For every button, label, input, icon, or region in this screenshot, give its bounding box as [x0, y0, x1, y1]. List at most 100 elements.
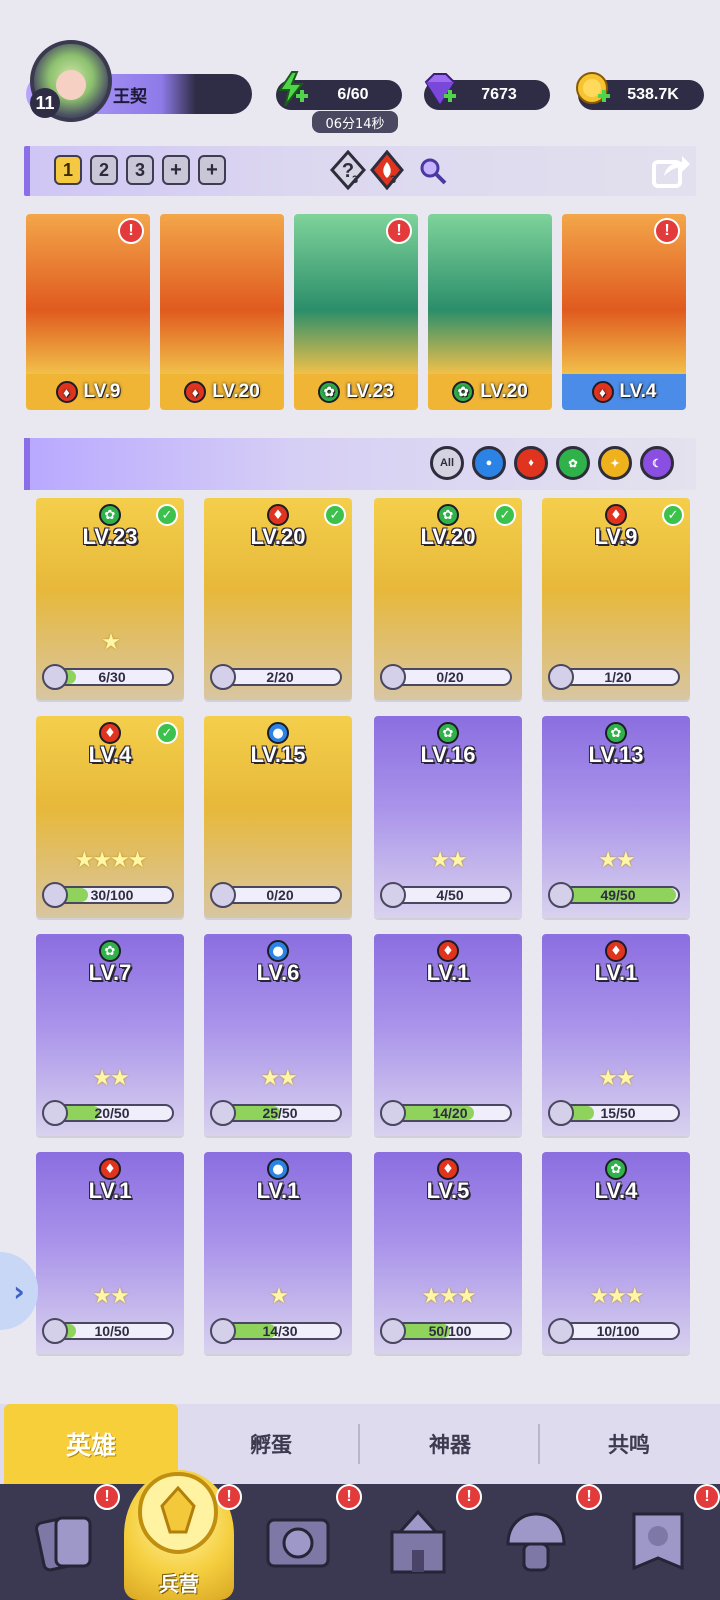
- nav-barracks[interactable]: [130, 1466, 226, 1562]
- shard-icon: [380, 664, 406, 690]
- nav-alert-icon: !: [576, 1484, 602, 1510]
- tab-divider: [538, 1424, 540, 1464]
- coin-icon: [576, 72, 610, 104]
- team-hero-card[interactable]: ♦ LV.4 !: [562, 214, 686, 410]
- hero-card[interactable]: ♦ ✓ LV.4 ★★★★ 30/100: [36, 716, 184, 918]
- team-slot-1[interactable]: 1: [54, 155, 82, 185]
- magnifier-icon[interactable]: [418, 156, 448, 186]
- shard-progress-bar: 0/20: [388, 668, 512, 686]
- hero-card[interactable]: ♦ LV.1 ★★ 10/50: [36, 1152, 184, 1354]
- hint-count: 3: [352, 174, 359, 186]
- nav-cards[interactable]: [18, 1494, 114, 1590]
- hero-stars: ★★★★: [74, 848, 148, 873]
- shard-progress-text: 0/20: [266, 887, 294, 903]
- shard-icon: [548, 664, 574, 690]
- hero-portrait: [160, 214, 284, 374]
- nature-element-icon: ✿: [437, 504, 459, 526]
- hero-card[interactable]: ● LV.6 ★★ 25/50: [204, 934, 352, 1136]
- shard-icon: [42, 1318, 68, 1344]
- hero-stars: ★★: [598, 848, 635, 873]
- shard-progress-text: 4/50: [436, 887, 464, 903]
- hero-card[interactable]: ● LV.15 0/20: [204, 716, 352, 918]
- nature-element-icon: ✿: [452, 381, 475, 403]
- hero-level: LV.5: [426, 1178, 470, 1203]
- hero-card[interactable]: ♦ LV.5 ★★★ 50/100: [374, 1152, 522, 1354]
- team-hero-card[interactable]: ♦ LV.9 !: [26, 214, 150, 410]
- team-hero-card[interactable]: ✿ LV.23 !: [294, 214, 418, 410]
- nav-guild[interactable]: [488, 1494, 584, 1590]
- gold-value: 538.7K: [627, 86, 679, 103]
- shard-progress-text: 10/100: [596, 1323, 640, 1339]
- hint-icon[interactable]: ?: [330, 150, 366, 190]
- hero-stars: ★★★: [421, 1284, 476, 1309]
- hero-card[interactable]: ✿ ✓ LV.23 ★ 6/30: [36, 498, 184, 700]
- hero-level: LV.9: [594, 524, 638, 549]
- add-slot-button[interactable]: +: [162, 155, 190, 185]
- shard-icon: [380, 1100, 406, 1126]
- nav-shop[interactable]: [610, 1494, 706, 1590]
- hero-level: LV.15: [250, 742, 306, 767]
- filter-all-button[interactable]: All: [430, 446, 464, 480]
- fire-element-icon: ♦: [605, 940, 627, 962]
- share-icon[interactable]: [650, 150, 692, 190]
- barracks-icon: [137, 1471, 219, 1555]
- team-slot-3[interactable]: 3: [126, 155, 154, 185]
- nav-alert-icon: !: [94, 1484, 120, 1510]
- expand-side-button[interactable]: ›: [0, 1252, 38, 1330]
- map-icon: [266, 1518, 330, 1568]
- nature-element-icon: ✿: [605, 1158, 627, 1180]
- hero-card[interactable]: ♦ ✓ LV.20 2/20: [204, 498, 352, 700]
- castle-icon: [390, 1509, 446, 1574]
- nav-castle[interactable]: [370, 1494, 466, 1590]
- team-hero-footer: ♦ LV.4: [562, 374, 686, 410]
- nature-element-icon: ✿: [318, 381, 341, 403]
- hero-card[interactable]: ● LV.1 ★ 14/30: [204, 1152, 352, 1354]
- team-hero-footer: ✿ LV.20: [428, 374, 552, 410]
- shard-icon: [548, 1100, 574, 1126]
- hero-stars: ★★: [598, 1066, 635, 1091]
- filter-dark-button[interactable]: ☾: [640, 446, 674, 480]
- shard-progress-bar: 14/20: [388, 1104, 512, 1122]
- hero-card[interactable]: ✿ LV.16 ★★ 4/50: [374, 716, 522, 918]
- nature-element-icon: ✿: [99, 940, 121, 962]
- cards-icon: [34, 1516, 92, 1572]
- hero-card[interactable]: ♦ LV.1 14/20: [374, 934, 522, 1136]
- hero-stars: ★★: [260, 1066, 297, 1091]
- tab-resonance[interactable]: 共鸣: [542, 1404, 716, 1484]
- nature-element-icon: ✿: [99, 504, 121, 526]
- shard-icon: [380, 1318, 406, 1344]
- hero-card[interactable]: ✿ ✓ LV.20 0/20: [374, 498, 522, 700]
- fire-element-icon: ♦: [267, 504, 289, 526]
- shard-icon: [548, 882, 574, 908]
- filter-light-button[interactable]: ✦: [598, 446, 632, 480]
- team-hero-card[interactable]: ♦ LV.20: [160, 214, 284, 410]
- nav-quest[interactable]: [250, 1494, 346, 1590]
- filter-water-button[interactable]: ●: [472, 446, 506, 480]
- fire-element-icon: ♦: [184, 381, 207, 403]
- shard-progress-text: 14/20: [432, 1105, 468, 1121]
- hero-card[interactable]: ♦ LV.1 ★★ 15/50: [542, 934, 690, 1136]
- hero-card[interactable]: ✿ LV.13 ★★ 49/50: [542, 716, 690, 918]
- hero-level: LV.20: [250, 524, 306, 549]
- nav-alert-icon: !: [456, 1484, 482, 1510]
- team-hero-level: LV.20: [212, 381, 260, 402]
- fire-element-icon: ♦: [99, 722, 121, 744]
- hero-card[interactable]: ♦ ✓ LV.9 1/20: [542, 498, 690, 700]
- filter-fire-button[interactable]: ♦: [514, 446, 548, 480]
- shard-icon: [380, 882, 406, 908]
- hero-level: LV.1: [256, 1178, 300, 1203]
- hero-card[interactable]: ✿ LV.7 ★★ 20/50: [36, 934, 184, 1136]
- filter-nature-button[interactable]: ✿: [556, 446, 590, 480]
- hero-level: LV.4: [88, 742, 132, 767]
- shard-icon: [42, 882, 68, 908]
- hero-card[interactable]: ✿ LV.4 ★★★ 10/100: [542, 1152, 690, 1354]
- team-hero-card[interactable]: ✿ LV.20: [428, 214, 552, 410]
- check-icon: ✓: [494, 504, 516, 526]
- fire-element-icon[interactable]: [370, 150, 404, 190]
- dark-element-icon: ☾: [652, 457, 662, 470]
- tab-artifacts[interactable]: 神器: [362, 1404, 538, 1484]
- team-slot-2[interactable]: 2: [90, 155, 118, 185]
- fire-element-icon: ♦: [437, 940, 459, 962]
- add-slot-button-2[interactable]: +: [198, 155, 226, 185]
- hero-stars: ★: [101, 630, 121, 655]
